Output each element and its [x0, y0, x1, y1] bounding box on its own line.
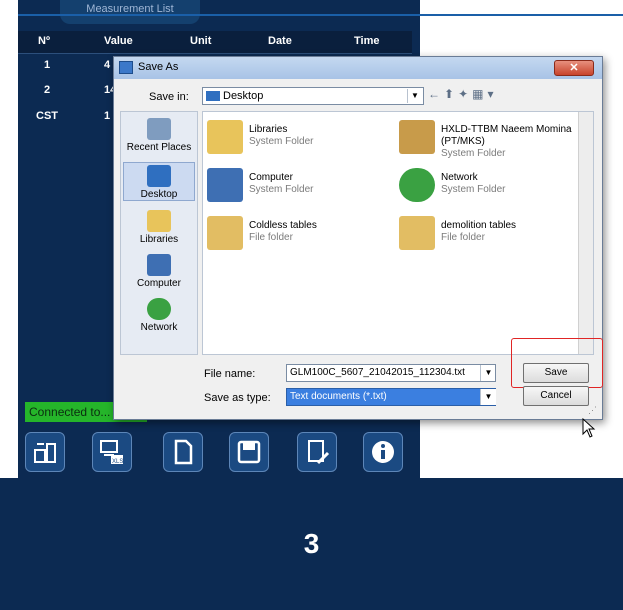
dialog-titlebar[interactable]: Save As ✕	[114, 57, 602, 79]
user-folder-icon	[399, 120, 435, 154]
place-computer[interactable]: Computer	[125, 254, 193, 289]
computer-icon	[207, 168, 243, 202]
network-icon	[399, 168, 435, 202]
save-icon	[237, 440, 261, 464]
place-label: Network	[140, 322, 178, 333]
place-label: Recent Places	[126, 142, 192, 153]
save-app-button[interactable]	[229, 432, 269, 472]
column-header-value: Value	[104, 35, 133, 47]
file-type: System Folder	[441, 184, 506, 195]
nav-toolbar: ←⬆✦▦▾	[428, 87, 498, 101]
svg-text:XLS: XLS	[112, 459, 123, 465]
row-number: 1	[44, 59, 51, 71]
new-folder-icon[interactable]: ✦	[458, 87, 472, 101]
place-label: Libraries	[139, 234, 179, 245]
new-document-icon	[174, 439, 193, 465]
place-libraries[interactable]: Libraries	[125, 210, 193, 245]
back-icon[interactable]: ←	[428, 87, 444, 101]
file-type: File folder	[441, 232, 485, 243]
cursor-icon	[582, 418, 596, 438]
chevron-down-icon[interactable]: ▼	[480, 365, 496, 381]
filename-label: File name:	[204, 368, 256, 380]
chevron-down-icon[interactable]: ▼	[480, 389, 496, 405]
table-header: Nº Value Unit Date Time	[18, 31, 412, 54]
clear-button[interactable]	[297, 432, 337, 472]
export-excel-button[interactable]: XLS	[92, 432, 132, 472]
filename-input[interactable]: GLM100C_5607_21042015_112304.txt	[286, 364, 496, 382]
row-number: 2	[44, 84, 51, 96]
desktop-icon	[206, 91, 220, 101]
recent-places-icon	[147, 118, 171, 140]
transfer-device-button[interactable]	[25, 432, 65, 472]
info-button[interactable]	[363, 432, 403, 472]
resize-grip-icon[interactable]: ⋰	[588, 405, 597, 416]
export-excel-icon: XLS	[100, 440, 123, 465]
scrollbar[interactable]	[578, 112, 593, 354]
save-in-label: Save in:	[149, 91, 189, 103]
libraries-icon	[147, 210, 171, 232]
network-icon	[147, 298, 171, 320]
file-name: Computer	[249, 172, 293, 183]
computer-icon	[147, 254, 171, 276]
column-header-unit: Unit	[190, 35, 212, 47]
chevron-down-icon[interactable]: ▼	[407, 89, 422, 103]
save-as-icon	[119, 61, 133, 74]
save-as-dialog: Save As ✕ Save in: Desktop ▼ ←⬆✦▦▾ Recen…	[113, 56, 603, 420]
place-label: Computer	[137, 278, 181, 289]
file-name: demolition tables	[441, 220, 517, 231]
row-value: 4	[104, 59, 111, 71]
info-icon	[372, 441, 394, 463]
cancel-button[interactable]: Cancel	[523, 386, 589, 406]
save-in-value: Desktop	[223, 90, 264, 102]
divider	[18, 14, 623, 16]
view-menu-icon[interactable]: ▦▾	[472, 87, 497, 101]
step-number: 3	[303, 528, 320, 559]
place-network[interactable]: Network	[125, 298, 193, 333]
file-type: File folder	[249, 232, 293, 243]
transfer-device-icon	[34, 443, 56, 463]
list-item[interactable]: Coldless tables File folder	[207, 216, 397, 260]
libraries-icon	[207, 120, 243, 154]
folder-icon	[399, 216, 435, 250]
list-item[interactable]: demolition tables File folder	[399, 216, 589, 260]
up-folder-icon[interactable]: ⬆	[444, 87, 458, 101]
file-type: System Folder	[249, 136, 314, 147]
file-type: System Folder	[249, 184, 314, 195]
list-item[interactable]: Libraries System Folder	[207, 120, 397, 164]
column-header-time: Time	[354, 35, 380, 47]
places-bar: Recent Places Desktop Libraries Computer…	[120, 111, 198, 355]
list-item[interactable]: Network System Folder	[399, 168, 589, 212]
close-button[interactable]: ✕	[554, 60, 594, 76]
file-name: Network	[441, 172, 478, 183]
file-name: Coldless tables	[249, 220, 317, 231]
column-header-date: Date	[268, 35, 292, 47]
save-button[interactable]: Save	[523, 363, 589, 383]
file-name-line2: (PT/MKS)	[441, 136, 485, 147]
row-value: 1	[104, 110, 111, 122]
place-recent-places[interactable]: Recent Places	[125, 118, 193, 153]
new-document-button[interactable]	[163, 432, 203, 472]
file-list: Libraries System Folder HXLD-TTBM Naeem …	[202, 111, 594, 355]
measurement-list-tab[interactable]: Measurement List	[60, 0, 200, 24]
step-banner: 3	[0, 478, 623, 610]
list-item[interactable]: HXLD-TTBM Naeem Momina (PT/MKS) System F…	[399, 120, 589, 164]
folder-icon	[207, 216, 243, 250]
clear-icon	[308, 440, 330, 465]
savetype-select[interactable]: Text documents (*.txt)	[286, 388, 496, 406]
column-header-number: Nº	[38, 35, 50, 47]
list-item[interactable]: Computer System Folder	[207, 168, 397, 212]
save-in-select[interactable]: Desktop ▼	[202, 87, 424, 105]
file-type: System Folder	[441, 148, 506, 159]
savetype-label: Save as type:	[204, 392, 271, 404]
place-label: Desktop	[140, 189, 178, 200]
dialog-title: Save As	[138, 61, 179, 73]
row-number: CST	[36, 110, 58, 122]
file-name: HXLD-TTBM Naeem Momina	[441, 124, 572, 135]
place-desktop[interactable]: Desktop	[123, 162, 195, 201]
desktop-icon	[147, 165, 171, 187]
file-name: Libraries	[249, 124, 288, 135]
